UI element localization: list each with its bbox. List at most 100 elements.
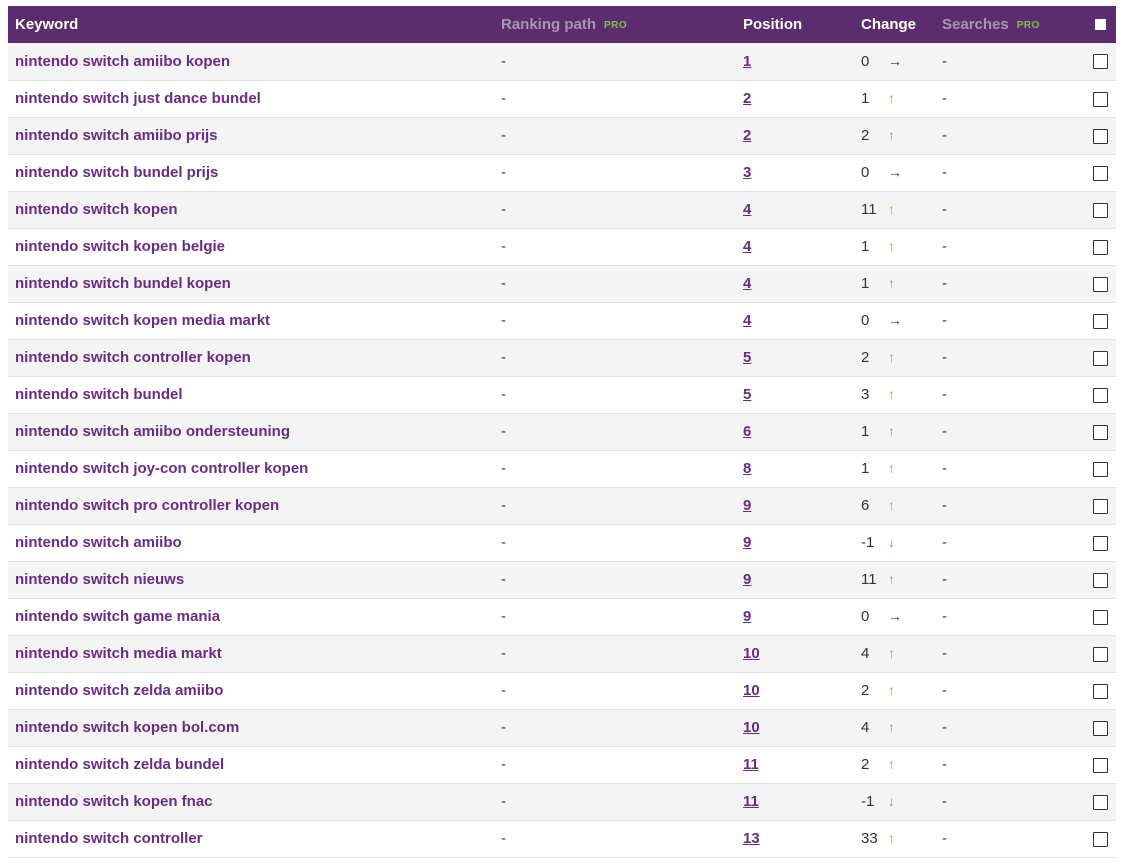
column-header-searches[interactable]: Searches PRO: [935, 6, 1069, 43]
trend-up-arrow-icon: ↑: [888, 645, 895, 661]
position-link[interactable]: 9: [743, 497, 751, 514]
position-cell: 10: [736, 635, 854, 672]
column-header-ranking-path[interactable]: Ranking path PRO: [494, 6, 736, 43]
change-value: 6: [861, 497, 870, 514]
position-link[interactable]: 4: [743, 238, 751, 255]
searches-cell: -: [942, 645, 947, 662]
keyword-cell: nintendo switch zelda bundel: [15, 756, 225, 773]
row-select-checkbox[interactable]: [1093, 387, 1108, 403]
position-link[interactable]: 11: [743, 793, 759, 810]
position-link[interactable]: 8: [743, 460, 751, 477]
table-row: nintendo switch amiibo ondersteuning -6 1 ↑…: [8, 413, 1116, 450]
position-link[interactable]: 1: [743, 53, 751, 70]
position-link[interactable]: 5: [743, 386, 751, 403]
keyword-cell: nintendo switch media markt: [15, 645, 222, 662]
position-link[interactable]: 11: [743, 756, 759, 773]
position-link[interactable]: 9: [743, 571, 751, 588]
change-value: 0: [861, 164, 870, 181]
keyword-cell: nintendo switch bundel: [15, 386, 183, 403]
position-cell: 2: [736, 117, 854, 154]
row-select-cell: [1069, 80, 1116, 117]
position-cell: 10: [736, 672, 854, 709]
position-cell: 3: [736, 154, 854, 191]
row-select-checkbox[interactable]: [1093, 683, 1108, 699]
change-cell: 0 →: [854, 43, 935, 80]
table-row: nintendo switch kopen media markt -4 0 → -: [8, 302, 1116, 339]
ranking-path-cell: -: [501, 608, 506, 625]
row-select-checkbox[interactable]: [1093, 646, 1108, 662]
position-cell: 11: [736, 746, 854, 783]
row-select-checkbox[interactable]: [1093, 794, 1108, 810]
row-select-checkbox[interactable]: [1093, 461, 1108, 477]
row-select-checkbox[interactable]: [1093, 720, 1108, 736]
change-value: 1: [861, 238, 870, 255]
keyword-cell: nintendo switch joy-con controller kopen: [15, 460, 309, 477]
change-cell: 6 ↑: [854, 487, 935, 524]
position-link[interactable]: 2: [743, 90, 751, 107]
row-select-cell: [1069, 302, 1116, 339]
position-link[interactable]: 9: [743, 534, 751, 551]
row-select-checkbox[interactable]: [1093, 239, 1108, 255]
keyword-cell: nintendo switch amiibo prijs: [15, 127, 218, 144]
change-cell: 4 ↑: [854, 709, 935, 746]
row-select-checkbox[interactable]: [1093, 165, 1108, 181]
row-select-cell: [1069, 783, 1116, 820]
position-link[interactable]: 13: [743, 830, 760, 847]
row-select-checkbox[interactable]: [1093, 128, 1108, 144]
position-link[interactable]: 9: [743, 608, 751, 625]
trend-up-arrow-icon: ↑: [888, 719, 895, 735]
position-link[interactable]: 10: [743, 645, 760, 662]
keyword-cell: nintendo switch kopen fnac: [15, 793, 213, 810]
row-select-checkbox[interactable]: [1093, 276, 1108, 292]
row-select-checkbox[interactable]: [1093, 757, 1108, 773]
row-select-checkbox[interactable]: [1093, 572, 1108, 588]
position-link[interactable]: 4: [743, 312, 751, 329]
row-select-checkbox[interactable]: [1093, 54, 1108, 70]
row-select-checkbox[interactable]: [1093, 313, 1108, 329]
row-select-cell: [1069, 450, 1116, 487]
row-select-checkbox[interactable]: [1093, 424, 1108, 440]
position-link[interactable]: 10: [743, 682, 760, 699]
row-select-checkbox[interactable]: [1093, 91, 1108, 107]
column-header-position[interactable]: Position: [736, 6, 854, 43]
position-cell: 8: [736, 450, 854, 487]
table-row: nintendo switch controller kopen -5 2 ↑ -: [8, 339, 1116, 376]
position-link[interactable]: 2: [743, 127, 751, 144]
row-select-cell: [1069, 746, 1116, 783]
position-cell: 4: [736, 191, 854, 228]
column-header-change[interactable]: Change: [854, 6, 935, 43]
position-link[interactable]: 10: [743, 719, 760, 736]
change-value: -1: [861, 534, 875, 551]
searches-cell: -: [942, 275, 947, 292]
ranking-path-cell: -: [501, 423, 506, 440]
table-row: nintendo switch media markt -10 4 ↑ -: [8, 635, 1116, 672]
column-header-keyword[interactable]: Keyword: [8, 6, 494, 43]
row-select-checkbox[interactable]: [1093, 350, 1108, 366]
position-link[interactable]: 4: [743, 275, 751, 292]
keyword-ranking-table: Keyword Ranking path PRO Position Change …: [8, 6, 1116, 858]
change-cell: 2 ↑: [854, 117, 935, 154]
row-select-checkbox[interactable]: [1093, 498, 1108, 514]
keyword-cell: nintendo switch kopen: [15, 201, 178, 218]
column-header-position-label: Position: [743, 16, 803, 33]
select-all-checkbox[interactable]: [1069, 6, 1116, 43]
keyword-cell: nintendo switch zelda amiibo: [15, 682, 224, 699]
searches-cell: -: [942, 830, 947, 847]
row-select-cell: [1069, 154, 1116, 191]
position-link[interactable]: 6: [743, 423, 751, 440]
searches-cell: -: [942, 312, 947, 329]
position-link[interactable]: 4: [743, 201, 751, 218]
row-select-checkbox[interactable]: [1093, 831, 1108, 847]
position-cell: 4: [736, 228, 854, 265]
ranking-path-cell: -: [501, 830, 506, 847]
row-select-cell: [1069, 635, 1116, 672]
position-link[interactable]: 3: [743, 164, 751, 181]
change-value: 11: [861, 571, 877, 588]
row-select-checkbox[interactable]: [1093, 609, 1108, 625]
row-select-checkbox[interactable]: [1093, 202, 1108, 218]
keyword-cell: nintendo switch bundel prijs: [15, 164, 219, 181]
position-link[interactable]: 5: [743, 349, 751, 366]
row-select-checkbox[interactable]: [1093, 535, 1108, 551]
row-select-cell: [1069, 191, 1116, 228]
change-cell: 1 ↑: [854, 413, 935, 450]
